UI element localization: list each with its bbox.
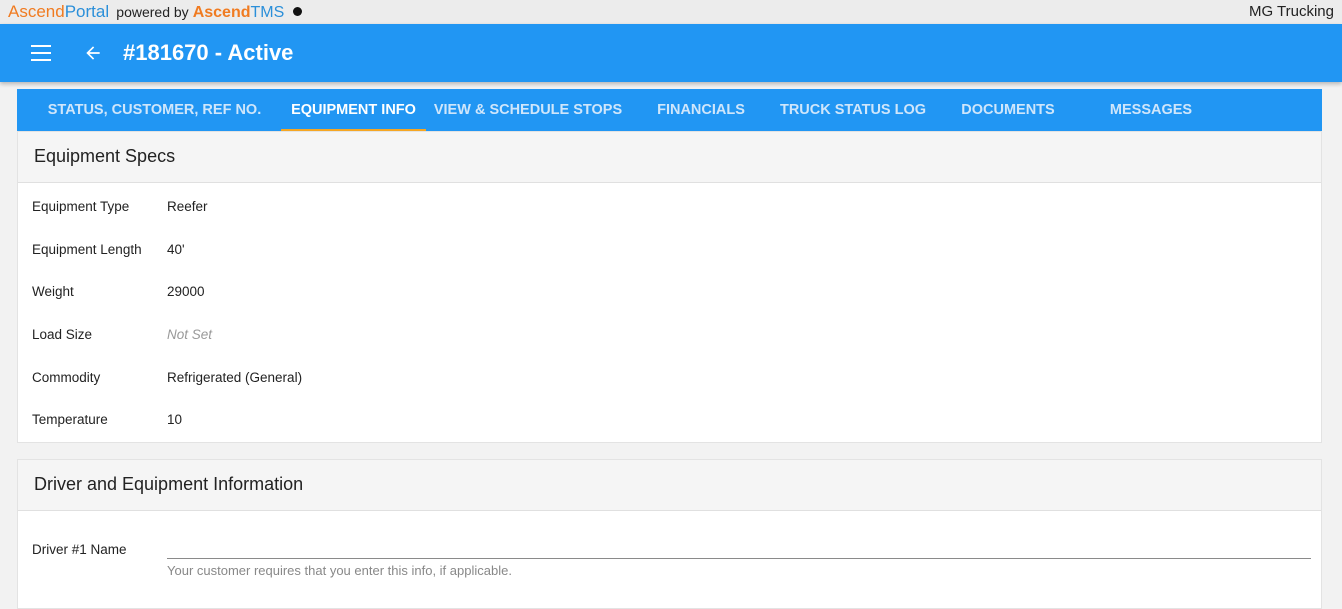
spec-value: 10 — [167, 412, 183, 427]
equipment-specs-title: Equipment Specs — [34, 146, 176, 166]
spec-label: Load Size — [32, 327, 93, 342]
app-bar: #181670 - Active — [0, 24, 1342, 82]
brand-portal: Portal — [64, 2, 110, 21]
tab-financials[interactable]: FINANCIALS — [650, 89, 752, 131]
spec-label: Commodity — [32, 370, 101, 385]
brand-ascend: Ascend — [8, 2, 65, 21]
tab-status-customer-ref[interactable]: STATUS, CUSTOMER, REF NO. — [27, 89, 282, 131]
tab-view-schedule-stops[interactable]: VIEW & SCHEDULE STOPS — [433, 89, 623, 131]
driver-info-title: Driver and Equipment Information — [34, 474, 304, 494]
tab-messages[interactable]: MESSAGES — [1109, 89, 1193, 131]
spec-value: 29000 — [167, 284, 205, 299]
tab-equipment-info[interactable]: EQUIPMENT INFO — [281, 89, 426, 131]
equipment-specs-card: Equipment Specs Equipment Type Reefer Eq… — [17, 131, 1322, 443]
powered-by-text: powered by — [116, 4, 189, 20]
back-arrow-icon[interactable] — [83, 43, 103, 63]
hamburger-menu-icon[interactable] — [31, 45, 51, 61]
spec-label: Equipment Length — [32, 242, 142, 257]
brand-bar: AscendPortal powered by AscendTMS MG Truc… — [0, 0, 1342, 24]
spec-value: Refrigerated (General) — [167, 370, 303, 385]
info-icon[interactable] — [293, 7, 303, 16]
brand-ascend-tms-ascend: Ascend — [192, 4, 251, 21]
spec-label: Weight — [32, 284, 74, 299]
spec-label: Equipment Type — [32, 199, 130, 214]
driver-info-header: Driver and Equipment Information — [18, 460, 1321, 511]
brand-ascend-tms-tms: TMS — [250, 4, 285, 21]
tab-bar: STATUS, CUSTOMER, REF NO. EQUIPMENT INFO… — [17, 89, 1322, 131]
spec-value: Not Set — [167, 327, 213, 342]
spec-label: Temperature — [32, 412, 108, 427]
driver-info-card: Driver and Equipment Information Driver … — [17, 459, 1322, 609]
equipment-specs-header: Equipment Specs — [18, 132, 1321, 183]
spec-value: Reefer — [167, 199, 208, 214]
driver1-name-input[interactable] — [167, 532, 1311, 559]
spec-value: 40' — [167, 242, 185, 257]
driver1-name-label: Driver #1 Name — [32, 542, 127, 557]
page-title: #181670 - Active — [123, 40, 294, 65]
company-name: MG Trucking — [1248, 3, 1334, 20]
tab-documents[interactable]: DOCUMENTS — [956, 89, 1060, 131]
tab-truck-status-log[interactable]: TRUCK STATUS LOG — [778, 89, 928, 131]
brand-logo[interactable]: AscendPortal powered by AscendTMS — [8, 0, 303, 25]
driver1-hint: Your customer requires that you enter th… — [167, 563, 512, 578]
